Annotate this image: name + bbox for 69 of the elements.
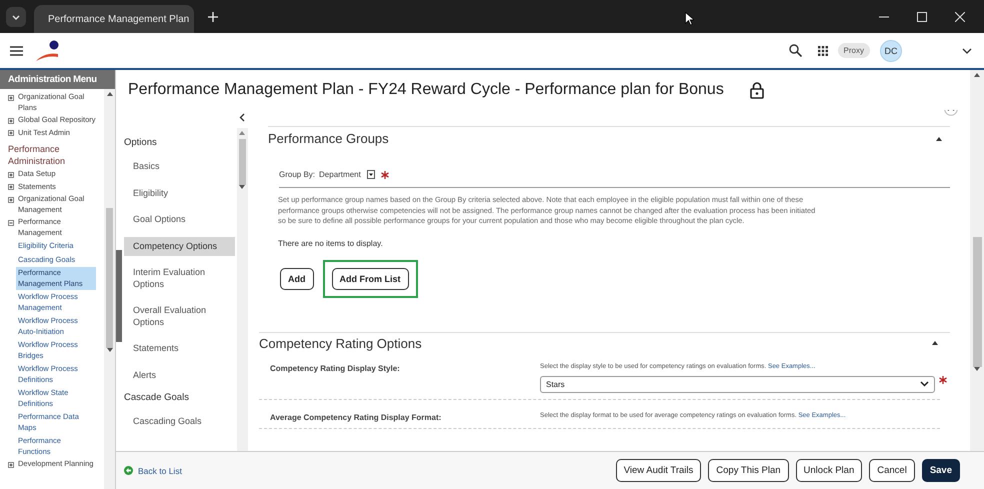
- scroll-up-icon[interactable]: [239, 131, 245, 135]
- options-group-heading: Cascade Goals: [124, 392, 190, 403]
- scrollbar[interactable]: [970, 70, 984, 451]
- options-nav-item[interactable]: Competency Options: [124, 236, 235, 256]
- options-nav-item[interactable]: Basics: [124, 157, 235, 176]
- options-nav-item[interactable]: Overall Evaluation Options: [124, 301, 235, 332]
- field-label: Group By:: [279, 170, 316, 179]
- options-nav-item[interactable]: Eligibility: [124, 184, 235, 203]
- expand-icon[interactable]: [8, 118, 14, 124]
- options-nav-item[interactable]: Alerts: [124, 366, 235, 385]
- sidebar-heading: Performance Administration: [8, 143, 66, 167]
- new-tab-icon[interactable]: [208, 12, 218, 22]
- scrollbar[interactable]: [104, 89, 115, 489]
- user-avatar[interactable]: DC: [880, 40, 902, 62]
- pointer-icon: [685, 12, 694, 26]
- section-title: Performance Groups: [268, 131, 389, 146]
- footer-button[interactable]: Copy This Plan: [708, 459, 789, 482]
- expand-icon[interactable]: [8, 462, 14, 468]
- close-icon[interactable]: [955, 12, 965, 22]
- collapse-icon[interactable]: [8, 220, 14, 226]
- menu-icon[interactable]: [10, 46, 23, 56]
- lock-icon: [750, 82, 764, 98]
- sidebar-header: Administration Menu: [0, 70, 115, 89]
- scrollbar-thumb[interactable]: [238, 139, 246, 185]
- footer-button[interactable]: Cancel: [869, 459, 915, 482]
- scrollbar-thumb[interactable]: [972, 237, 982, 367]
- options-nav-item[interactable]: Goal Options: [124, 210, 235, 230]
- expand-icon[interactable]: [8, 130, 14, 136]
- options-nav-item[interactable]: Interim Evaluation Options: [124, 263, 235, 294]
- scrollbar[interactable]: [236, 128, 248, 451]
- chevron-down-icon[interactable]: [962, 48, 972, 54]
- browser-tab[interactable]: Performance Management Plan: [34, 5, 194, 33]
- empty-message: There are no items to display.: [278, 238, 384, 248]
- tab-title: Performance Management Plan: [48, 14, 190, 24]
- section-title: Competency Rating Options: [259, 336, 422, 350]
- scroll-up-icon[interactable]: [106, 92, 112, 96]
- collapse-handle[interactable]: [116, 250, 122, 342]
- display-style-select[interactable]: Stars: [540, 376, 935, 392]
- options-nav-item[interactable]: Cascading Goals: [124, 412, 235, 432]
- options-nav-item[interactable]: Statements: [124, 339, 235, 358]
- back-arrow-icon: [124, 466, 133, 475]
- add-button[interactable]: Add From List: [332, 268, 408, 290]
- group-by-value: Department: [319, 170, 361, 179]
- expand-icon[interactable]: [8, 184, 14, 190]
- logo-icon[interactable]: [35, 40, 61, 62]
- proxy-button[interactable]: Proxy: [838, 43, 870, 58]
- tab-menu-button[interactable]: [6, 6, 26, 26]
- field-label: Average Competency Rating Display Format:: [270, 412, 442, 422]
- options-group-heading: Options: [124, 137, 158, 148]
- scroll-up-icon[interactable]: [974, 73, 980, 77]
- footer-button[interactable]: Save: [922, 459, 960, 482]
- chevron-down-icon: [920, 381, 929, 387]
- dropdown-icon[interactable]: [366, 170, 375, 179]
- apps-grid-icon[interactable]: [818, 46, 828, 56]
- field-label: Competency Rating Display Style:: [270, 362, 401, 375]
- scrollbar-thumb[interactable]: [106, 208, 113, 348]
- footer-button[interactable]: Unlock Plan: [796, 459, 862, 482]
- expand-icon[interactable]: [8, 196, 14, 202]
- maximize-icon[interactable]: [917, 12, 927, 22]
- caret-icon[interactable]: [936, 136, 942, 140]
- footer-button[interactable]: View Audit Trails: [616, 459, 702, 482]
- back-to-list-link[interactable]: Back to List: [124, 466, 182, 476]
- add-button[interactable]: Add: [280, 268, 314, 290]
- search-icon[interactable]: [788, 44, 802, 57]
- chevron-left-icon[interactable]: [239, 113, 245, 122]
- expand-icon[interactable]: [8, 94, 14, 100]
- page-title: Performance Management Plan - FY24 Reward Cycle - Performance plan for Bonus: [128, 81, 724, 99]
- expand-icon[interactable]: [8, 172, 14, 178]
- caret-icon[interactable]: [932, 341, 938, 345]
